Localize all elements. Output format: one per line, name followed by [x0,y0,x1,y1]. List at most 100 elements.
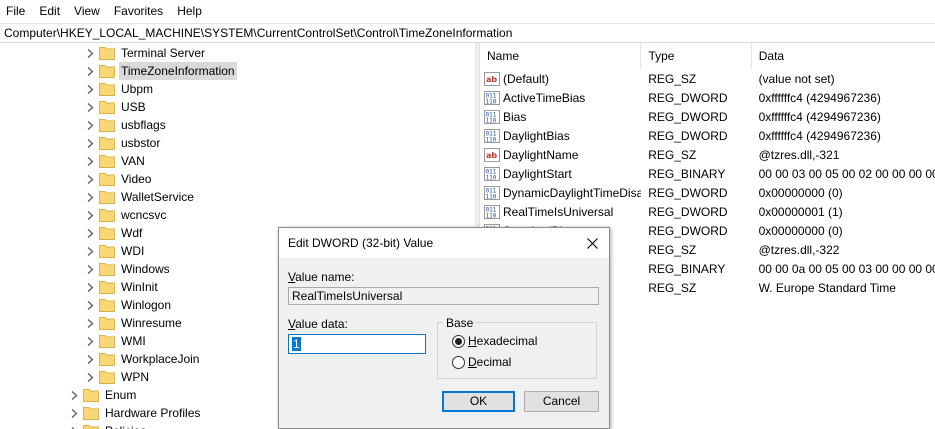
tree-item[interactable]: Video [85,170,153,188]
expand-chevron-icon[interactable] [85,332,95,350]
menu-help[interactable]: Help [170,0,209,23]
cell-name: ab (Default) [480,71,641,87]
tree-item[interactable]: WinInit [85,278,160,296]
tree-item-label: Hardware Profiles [105,406,201,420]
address-bar[interactable]: Computer\HKEY_LOCAL_MACHINE\SYSTEM\Curre… [0,23,935,43]
svg-text:110: 110 [486,193,497,200]
tree-item[interactable]: Winresume [85,314,184,332]
column-data-header[interactable]: Data [752,43,935,69]
tree-item-label: Winlogon [121,298,172,312]
folder-icon [99,172,115,186]
column-name-header[interactable]: Name [480,43,642,69]
tree-item[interactable]: WalletService [85,188,196,206]
expand-chevron-icon[interactable] [69,386,79,404]
expand-chevron-icon[interactable] [85,260,95,278]
tree-item[interactable]: Policies [69,422,148,429]
decimal-option[interactable]: Decimal [452,355,511,369]
expand-chevron-icon[interactable] [85,314,95,332]
table-row[interactable]: ab DaylightName REG_SZ @tzres.dll,-321 [480,145,935,164]
tree-item-label: Wdf [121,226,143,240]
tree-item[interactable]: WPN [85,368,151,386]
value-name: RealTimeIsUniversal [503,204,614,219]
expand-chevron-icon[interactable] [85,98,95,116]
tree-item[interactable]: wcncsvc [85,206,168,224]
expand-chevron-icon[interactable] [85,170,95,188]
tree-item[interactable]: usbflags [85,116,168,134]
table-row[interactable]: 011 110 RealTimeIsUniversal REG_DWORD 0x0000… [480,202,935,221]
decimal-radio[interactable] [452,355,465,369]
expand-chevron-icon[interactable] [85,368,95,386]
expand-chevron-icon[interactable] [85,224,95,242]
hexadecimal-radio[interactable] [452,334,465,348]
tree-item[interactable]: Wdf [85,224,144,242]
cell-type: REG_DWORD [648,185,728,200]
expand-chevron-icon[interactable] [85,188,95,206]
tree-item[interactable]: Enum [69,386,138,404]
cell-type: REG_BINARY [648,261,726,276]
cell-type: REG_BINARY [648,166,726,181]
tree-item[interactable]: Winlogon [85,296,173,314]
expand-chevron-icon[interactable] [85,206,95,224]
expand-chevron-icon[interactable] [69,404,79,422]
base-group-title: Base [443,316,477,330]
table-row[interactable]: 011 110 DaylightBias REG_DWORD 0xffffffc4 (4… [480,126,935,145]
tree-item-label: Ubpm [121,82,154,96]
table-row[interactable]: 011 110 DynamicDaylightTimeDisa... REG_DWOR… [480,183,935,202]
column-type-header[interactable]: Type [641,43,752,69]
tree-item[interactable]: WMI [85,332,148,350]
folder-icon [99,64,115,78]
cell-data: @tzres.dll,-321 [758,147,840,162]
svg-text:110: 110 [486,117,497,124]
tree-item[interactable]: USB [85,98,148,116]
hexadecimal-option[interactable]: Hexadecimal [452,334,537,348]
tree-item[interactable]: Hardware Profiles [69,404,202,422]
expand-chevron-icon[interactable] [85,242,95,260]
expand-chevron-icon[interactable] [69,422,79,429]
expand-chevron-icon[interactable] [85,116,95,134]
value-name: DynamicDaylightTimeDisa... [503,185,642,200]
table-row[interactable]: 011 110 ActiveTimeBias REG_DWORD 0xffffffc4 … [480,88,935,107]
value-data-label: Value data: [288,317,348,331]
table-row[interactable]: 011 110 Bias REG_DWORD 0xffffffc4 (429496723… [480,107,935,126]
expand-chevron-icon[interactable] [85,350,95,368]
menu-file[interactable]: File [0,0,32,23]
expand-chevron-icon[interactable] [85,134,95,152]
folder-icon [99,82,115,96]
tree-item[interactable]: Terminal Server [85,44,207,62]
tree-item[interactable]: VAN [85,152,147,170]
folder-icon [99,280,115,294]
menu-edit[interactable]: Edit [32,0,67,23]
svg-text:110: 110 [486,212,497,219]
expand-chevron-icon[interactable] [85,62,95,80]
cancel-button[interactable]: Cancel [524,391,599,412]
expand-chevron-icon[interactable] [85,152,95,170]
expand-chevron-icon[interactable] [85,44,95,62]
cell-name: ab DaylightName [480,147,641,163]
tree-item[interactable]: Ubpm [85,80,155,98]
expand-chevron-icon[interactable] [85,296,95,314]
menu-favorites[interactable]: Favorites [107,0,170,23]
tree-item[interactable]: usbstor [85,134,162,152]
expand-chevron-icon[interactable] [85,278,95,296]
tree-item-label: wcncsvc [121,208,167,222]
table-row[interactable]: ab (Default) REG_SZ (value not set) [480,69,935,88]
expand-chevron-icon[interactable] [85,80,95,98]
folder-icon [99,226,115,240]
cell-data: 0xffffffc4 (4294967236) [758,90,881,105]
table-row[interactable]: 011 110 DaylightStart REG_BINARY 00 00 03 00… [480,164,935,183]
binary-value-icon: 011110 [484,128,500,144]
folder-icon [99,298,115,312]
tree-item[interactable]: TimeZoneInformation [85,62,237,80]
value-data-input[interactable]: 1 [288,334,426,354]
cell-data: @tzres.dll,-322 [758,242,840,257]
tree-item-label: usbstor [121,136,161,150]
menu-view[interactable]: View [67,0,107,23]
cell-data: 0x00000001 (1) [758,204,843,219]
binary-value-icon: 011110 [484,204,500,220]
close-button[interactable] [579,232,605,254]
ok-button[interactable]: OK [442,391,515,412]
svg-text:ab: ab [486,151,497,160]
tree-item[interactable]: WorkplaceJoin [85,350,201,368]
tree-item[interactable]: WDI [85,242,146,260]
tree-item[interactable]: Windows [85,260,172,278]
